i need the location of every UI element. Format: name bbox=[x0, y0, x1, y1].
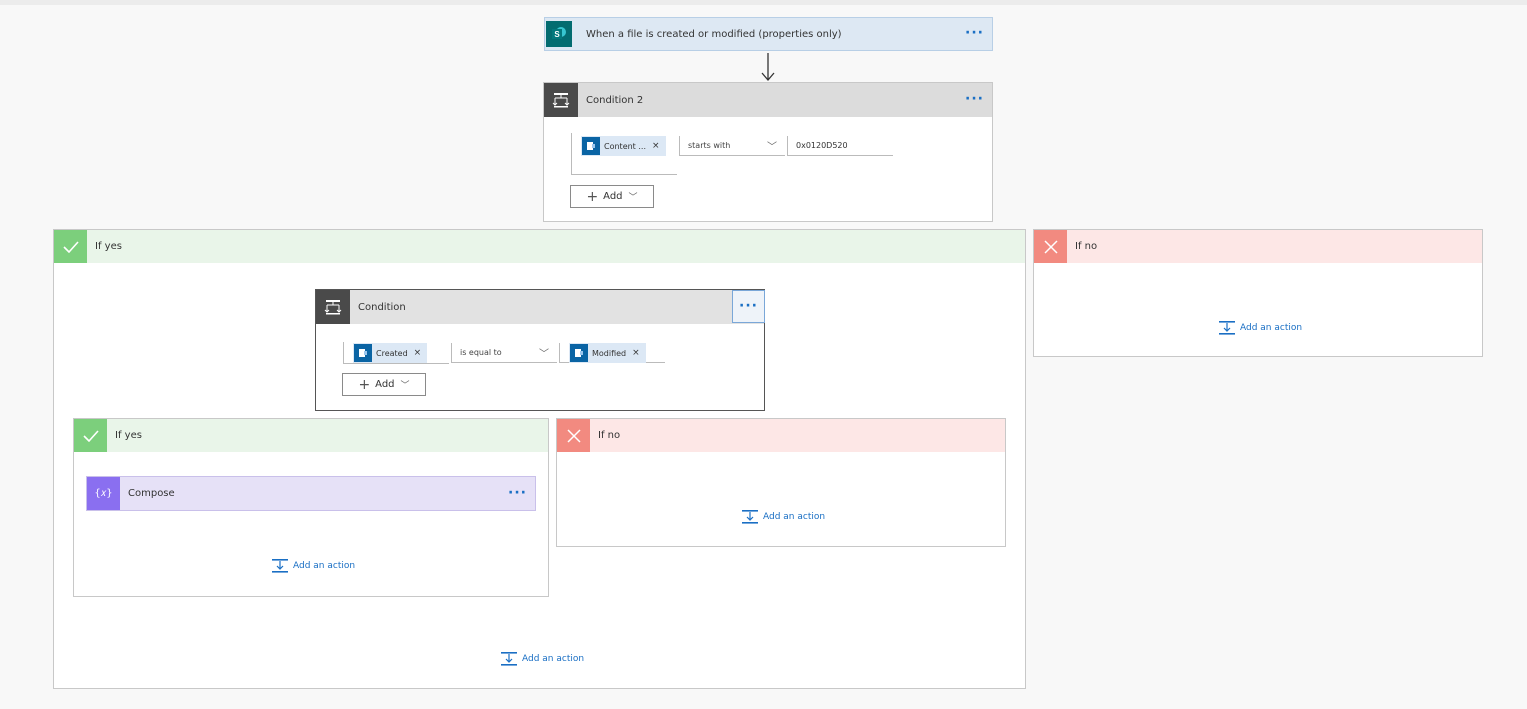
condition-menu-box[interactable]: ··· bbox=[732, 290, 765, 323]
add-action-label: Add an action bbox=[763, 512, 826, 522]
svg-text:S: S bbox=[554, 30, 560, 39]
condition-2-value-input[interactable]: 0x0120D520 bbox=[787, 136, 893, 156]
outer-if-no-branch: If no bbox=[1033, 229, 1483, 357]
inner-yes-add-action[interactable]: Add an action bbox=[272, 559, 355, 573]
sharepoint-icon: S bbox=[546, 21, 572, 47]
add-action-label: Add an action bbox=[1240, 323, 1303, 333]
compose-card[interactable]: {𝑥} Compose ··· bbox=[86, 476, 536, 511]
inner-if-yes-label: If yes bbox=[115, 430, 142, 441]
condition-icon bbox=[316, 290, 350, 324]
outer-if-no-header[interactable]: If no bbox=[1034, 230, 1482, 263]
add-action-icon bbox=[501, 652, 517, 666]
top-strip bbox=[0, 0, 1527, 5]
condition-2-operator-dropdown[interactable]: starts with ﹀ bbox=[679, 136, 785, 156]
sharepoint-token-icon bbox=[582, 137, 600, 155]
condition-card: Condition ··· Created × is equal to ﹀ Mo… bbox=[315, 289, 765, 411]
condition-operator-dropdown[interactable]: is equal to ﹀ bbox=[451, 343, 557, 363]
operator-value: is equal to bbox=[460, 348, 502, 357]
compose-more-icon[interactable]: ··· bbox=[508, 485, 527, 501]
created-token[interactable]: Created × bbox=[353, 343, 428, 363]
inner-if-no-header[interactable]: If no bbox=[557, 419, 1005, 452]
add-action-icon bbox=[272, 559, 288, 573]
add-action-icon bbox=[742, 510, 758, 524]
content-type-token[interactable]: Content ... × bbox=[581, 136, 666, 156]
inner-no-add-action[interactable]: Add an action bbox=[742, 510, 825, 524]
close-icon bbox=[1034, 230, 1067, 263]
remove-token-icon[interactable]: × bbox=[652, 141, 660, 151]
condition-title: Condition bbox=[358, 301, 406, 313]
chevron-down-icon: ﹀ bbox=[628, 193, 638, 203]
trigger-title: When a file is created or modified (prop… bbox=[586, 28, 842, 40]
condition-more-icon[interactable]: ··· bbox=[739, 298, 758, 314]
add-action-label: Add an action bbox=[293, 561, 356, 571]
outer-yes-add-action[interactable]: Add an action bbox=[501, 652, 584, 666]
modified-token[interactable]: Modified × bbox=[569, 343, 646, 363]
add-label: Add bbox=[603, 191, 623, 202]
trigger-card[interactable]: S When a file is created or modified (pr… bbox=[544, 17, 993, 51]
chevron-down-icon: ﹀ bbox=[539, 349, 549, 360]
plus-icon: + bbox=[586, 188, 599, 205]
inner-if-no-branch: If no bbox=[556, 418, 1006, 547]
compose-title: Compose bbox=[128, 488, 175, 499]
remove-token-icon[interactable]: × bbox=[632, 348, 640, 358]
add-label: Add bbox=[375, 379, 395, 390]
inner-if-yes-header[interactable]: If yes bbox=[74, 419, 548, 452]
condition-2-more-icon[interactable]: ··· bbox=[965, 91, 984, 107]
token-label: Content ... bbox=[604, 141, 646, 151]
outer-if-no-label: If no bbox=[1075, 241, 1098, 252]
operator-value: starts with bbox=[688, 141, 731, 150]
condition-2-card: Condition 2 ··· Content ... × starts wit… bbox=[543, 82, 993, 222]
plus-icon: + bbox=[358, 376, 371, 393]
condition-icon bbox=[544, 83, 578, 117]
condition-header[interactable]: Condition ··· bbox=[316, 290, 765, 324]
condition-2-title: Condition 2 bbox=[586, 94, 644, 106]
trigger-more-icon[interactable]: ··· bbox=[965, 25, 984, 41]
outer-no-add-action[interactable]: Add an action bbox=[1219, 321, 1302, 335]
chevron-down-icon: ﹀ bbox=[767, 142, 777, 153]
value-text: 0x0120D520 bbox=[796, 141, 848, 150]
add-action-icon bbox=[1219, 321, 1235, 335]
close-icon bbox=[557, 419, 590, 452]
check-icon bbox=[54, 230, 87, 263]
sharepoint-token-icon bbox=[354, 344, 372, 362]
condition-2-add-button[interactable]: + Add ﹀ bbox=[570, 185, 654, 208]
compose-icon: {𝑥} bbox=[87, 477, 120, 510]
condition-2-header[interactable]: Condition 2 ··· bbox=[544, 83, 992, 117]
sharepoint-token-icon bbox=[570, 344, 588, 362]
remove-token-icon[interactable]: × bbox=[414, 348, 422, 358]
token-label: Modified bbox=[592, 348, 627, 358]
chevron-down-icon: ﹀ bbox=[400, 381, 410, 391]
token-label: Created bbox=[376, 348, 408, 358]
condition-add-button[interactable]: + Add ﹀ bbox=[342, 373, 426, 396]
outer-if-yes-header[interactable]: If yes bbox=[54, 230, 1025, 263]
check-icon bbox=[74, 419, 107, 452]
add-action-label: Add an action bbox=[522, 654, 585, 664]
outer-if-yes-label: If yes bbox=[95, 241, 122, 252]
arrow-down-icon bbox=[761, 53, 775, 81]
inner-if-no-label: If no bbox=[598, 430, 621, 441]
